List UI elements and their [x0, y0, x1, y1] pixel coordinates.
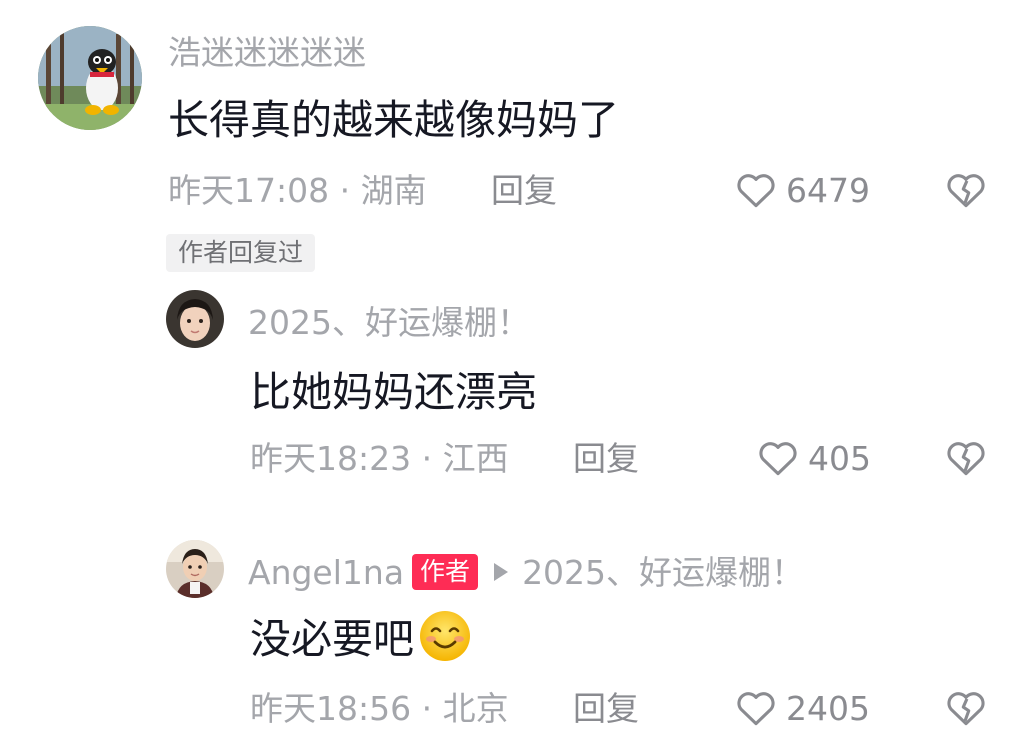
author-replied-tag: 作者回复过 — [166, 234, 316, 272]
reply-to-arrow-icon — [494, 563, 509, 581]
reply-username[interactable]: 2025、好运爆棚！ — [248, 306, 530, 339]
heart-icon — [737, 174, 775, 208]
like-button[interactable]: 6479 — [734, 168, 870, 212]
smiling-emoji-icon — [418, 609, 472, 670]
avatar[interactable] — [38, 26, 142, 130]
broken-heart-icon — [947, 692, 985, 726]
reply-time-location: 昨天18:23 · 江西 — [250, 439, 509, 478]
reply-button[interactable]: 回复 — [491, 174, 557, 207]
like-count: 2405 — [786, 688, 870, 728]
reply-to-username[interactable]: 2025、好运爆棚！ — [522, 556, 804, 589]
like-count: 405 — [808, 438, 871, 478]
dislike-button[interactable] — [944, 168, 988, 216]
avatar[interactable] — [166, 540, 224, 598]
reply-username-line: Angel1na 作者 2025、好运爆棚！ — [248, 552, 804, 592]
reply-text-line: 没必要吧 — [250, 610, 472, 664]
like-button[interactable]: 2405 — [734, 686, 870, 730]
reply-button[interactable]: 回复 — [573, 442, 639, 475]
dislike-button[interactable] — [944, 686, 988, 734]
broken-heart-icon — [947, 442, 985, 476]
author-badge: 作者 — [412, 554, 479, 590]
like-count: 6479 — [786, 170, 870, 210]
heart-icon — [737, 692, 775, 726]
like-button[interactable]: 405 — [756, 436, 871, 480]
comment-username[interactable]: 浩迷迷迷迷迷 — [168, 36, 366, 69]
reply-text: 比她妈妈还漂亮 — [250, 368, 537, 416]
dislike-button[interactable] — [944, 436, 988, 484]
reply-text: 没必要吧 — [250, 614, 414, 663]
broken-heart-icon — [947, 174, 985, 208]
avatar[interactable] — [166, 290, 224, 348]
comment-text: 长得真的越来越像妈妈了 — [168, 96, 619, 144]
reply-button[interactable]: 回复 — [573, 692, 639, 725]
comment-time-location: 昨天17:08 · 湖南 — [168, 171, 427, 210]
reply-username[interactable]: Angel1na — [248, 556, 404, 589]
heart-icon — [759, 442, 797, 476]
reply-time-location: 昨天18:56 · 北京 — [250, 689, 509, 728]
